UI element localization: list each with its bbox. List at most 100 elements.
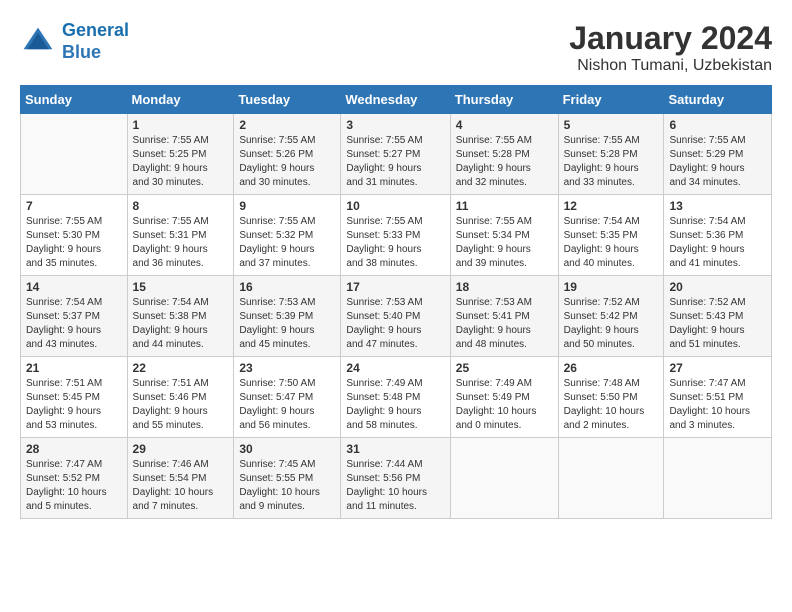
calendar-cell: 24 Sunrise: 7:49 AMSunset: 5:48 PMDayligh…	[341, 357, 450, 438]
calendar-cell: 10 Sunrise: 7:55 AMSunset: 5:33 PMDayligh…	[341, 195, 450, 276]
calendar-cell: 22Sunrise: 7:51 AMSunset: 5:46 PMDayligh…	[127, 357, 234, 438]
day-number: 28	[26, 442, 122, 456]
day-number: 3	[346, 118, 444, 132]
day-info: Sunrise: 7:51 AMSunset: 5:46 PMDaylight:…	[133, 377, 229, 433]
day-info: Sunrise: 7:49 AMSunset: 5:48 PMDaylight:…	[346, 377, 444, 433]
day-info: Sunrise: 7:47 AMSunset: 5:51 PMDaylight:…	[669, 377, 766, 433]
calendar-cell: 12 Sunrise: 7:54 AMSunset: 5:35 PMDayligh…	[558, 195, 664, 276]
day-number: 6	[669, 118, 766, 132]
logo-line1: General	[62, 20, 129, 40]
day-number: 31	[346, 442, 444, 456]
calendar-cell: 2 Sunrise: 7:55 AMSunset: 5:26 PMDaylight…	[234, 114, 341, 195]
day-number: 24	[346, 361, 444, 375]
day-number: 9	[239, 199, 335, 213]
day-number: 17	[346, 280, 444, 294]
day-info: Sunrise: 7:55 AMSunset: 5:34 PMDaylight:…	[456, 215, 553, 271]
day-info: Sunrise: 7:52 AMSunset: 5:43 PMDaylight:…	[669, 296, 766, 352]
calendar-cell: 6 Sunrise: 7:55 AMSunset: 5:29 PMDaylight…	[664, 114, 772, 195]
calendar-cell: 11 Sunrise: 7:55 AMSunset: 5:34 PMDayligh…	[450, 195, 558, 276]
calendar-cell: 8 Sunrise: 7:55 AMSunset: 5:31 PMDaylight…	[127, 195, 234, 276]
day-info: Sunrise: 7:55 AMSunset: 5:26 PMDaylight:…	[239, 134, 335, 190]
day-number: 25	[456, 361, 553, 375]
day-info: Sunrise: 7:54 AMSunset: 5:37 PMDaylight:…	[26, 296, 122, 352]
calendar-cell	[21, 114, 128, 195]
col-header-wednesday: Wednesday	[341, 86, 450, 114]
title-block: January 2024 Nishon Tumani, Uzbekistan	[569, 20, 772, 75]
calendar-cell: 17 Sunrise: 7:53 AMSunset: 5:40 PMDayligh…	[341, 276, 450, 357]
day-number: 20	[669, 280, 766, 294]
col-header-sunday: Sunday	[21, 86, 128, 114]
calendar-header: SundayMondayTuesdayWednesdayThursdayFrid…	[21, 86, 772, 114]
day-info: Sunrise: 7:55 AMSunset: 5:25 PMDaylight:…	[133, 134, 229, 190]
day-number: 1	[133, 118, 229, 132]
col-header-tuesday: Tuesday	[234, 86, 341, 114]
day-number: 10	[346, 199, 444, 213]
logo-icon	[20, 24, 56, 60]
week-row-2: 7Sunrise: 7:55 AMSunset: 5:30 PMDaylight…	[21, 195, 772, 276]
calendar-cell: 18 Sunrise: 7:53 AMSunset: 5:41 PMDayligh…	[450, 276, 558, 357]
calendar-cell: 14 Sunrise: 7:54 AMSunset: 5:37 PMDayligh…	[21, 276, 128, 357]
calendar-cell: 29 Sunrise: 7:46 AMSunset: 5:54 PMDayligh…	[127, 438, 234, 519]
calendar-body: 1 Sunrise: 7:55 AMSunset: 5:25 PMDaylight…	[21, 114, 772, 519]
location: Nishon Tumani, Uzbekistan	[569, 57, 772, 75]
day-number: 18	[456, 280, 553, 294]
day-info: Sunrise: 7:45 AMSunset: 5:55 PMDaylight:…	[239, 458, 335, 514]
col-header-monday: Monday	[127, 86, 234, 114]
calendar-cell: 30 Sunrise: 7:45 AMSunset: 5:55 PMDayligh…	[234, 438, 341, 519]
day-number: 27	[669, 361, 766, 375]
day-info: Sunrise: 7:55 AMSunset: 5:31 PMDaylight:…	[133, 215, 229, 271]
logo-text: General Blue	[62, 20, 129, 63]
day-info: Sunrise: 7:46 AMSunset: 5:54 PMDaylight:…	[133, 458, 229, 514]
calendar-cell: 23Sunrise: 7:50 AMSunset: 5:47 PMDayligh…	[234, 357, 341, 438]
calendar-cell: 9 Sunrise: 7:55 AMSunset: 5:32 PMDaylight…	[234, 195, 341, 276]
day-info: Sunrise: 7:49 AMSunset: 5:49 PMDaylight:…	[456, 377, 553, 433]
day-info: Sunrise: 7:44 AMSunset: 5:56 PMDaylight:…	[346, 458, 444, 514]
day-number: 19	[564, 280, 659, 294]
day-info: Sunrise: 7:55 AMSunset: 5:27 PMDaylight:…	[346, 134, 444, 190]
calendar-cell: 7Sunrise: 7:55 AMSunset: 5:30 PMDaylight…	[21, 195, 128, 276]
day-number: 2	[239, 118, 335, 132]
day-number: 7	[26, 199, 122, 213]
day-number: 14	[26, 280, 122, 294]
calendar-cell	[558, 438, 664, 519]
day-info: Sunrise: 7:55 AMSunset: 5:33 PMDaylight:…	[346, 215, 444, 271]
day-info: Sunrise: 7:48 AMSunset: 5:50 PMDaylight:…	[564, 377, 659, 433]
calendar-cell: 26 Sunrise: 7:48 AMSunset: 5:50 PMDayligh…	[558, 357, 664, 438]
week-row-1: 1 Sunrise: 7:55 AMSunset: 5:25 PMDaylight…	[21, 114, 772, 195]
day-number: 29	[133, 442, 229, 456]
day-info: Sunrise: 7:51 AMSunset: 5:45 PMDaylight:…	[26, 377, 122, 433]
month-year: January 2024	[569, 20, 772, 57]
calendar-cell: 15Sunrise: 7:54 AMSunset: 5:38 PMDayligh…	[127, 276, 234, 357]
day-number: 30	[239, 442, 335, 456]
calendar-cell: 21Sunrise: 7:51 AMSunset: 5:45 PMDayligh…	[21, 357, 128, 438]
calendar-cell: 4 Sunrise: 7:55 AMSunset: 5:28 PMDaylight…	[450, 114, 558, 195]
day-info: Sunrise: 7:55 AMSunset: 5:28 PMDaylight:…	[456, 134, 553, 190]
calendar-cell: 25 Sunrise: 7:49 AMSunset: 5:49 PMDayligh…	[450, 357, 558, 438]
calendar-cell: 19 Sunrise: 7:52 AMSunset: 5:42 PMDayligh…	[558, 276, 664, 357]
calendar-cell: 16Sunrise: 7:53 AMSunset: 5:39 PMDayligh…	[234, 276, 341, 357]
day-info: Sunrise: 7:55 AMSunset: 5:29 PMDaylight:…	[669, 134, 766, 190]
day-number: 12	[564, 199, 659, 213]
day-info: Sunrise: 7:53 AMSunset: 5:40 PMDaylight:…	[346, 296, 444, 352]
week-row-3: 14 Sunrise: 7:54 AMSunset: 5:37 PMDayligh…	[21, 276, 772, 357]
day-number: 8	[133, 199, 229, 213]
day-number: 15	[133, 280, 229, 294]
day-number: 11	[456, 199, 553, 213]
week-row-4: 21Sunrise: 7:51 AMSunset: 5:45 PMDayligh…	[21, 357, 772, 438]
day-info: Sunrise: 7:55 AMSunset: 5:28 PMDaylight:…	[564, 134, 659, 190]
day-number: 4	[456, 118, 553, 132]
day-number: 23	[239, 361, 335, 375]
day-info: Sunrise: 7:53 AMSunset: 5:41 PMDaylight:…	[456, 296, 553, 352]
calendar-cell: 5Sunrise: 7:55 AMSunset: 5:28 PMDaylight…	[558, 114, 664, 195]
day-info: Sunrise: 7:52 AMSunset: 5:42 PMDaylight:…	[564, 296, 659, 352]
col-header-saturday: Saturday	[664, 86, 772, 114]
calendar-cell: 3 Sunrise: 7:55 AMSunset: 5:27 PMDaylight…	[341, 114, 450, 195]
week-row-5: 28Sunrise: 7:47 AMSunset: 5:52 PMDayligh…	[21, 438, 772, 519]
day-number: 26	[564, 361, 659, 375]
col-header-friday: Friday	[558, 86, 664, 114]
day-info: Sunrise: 7:55 AMSunset: 5:32 PMDaylight:…	[239, 215, 335, 271]
day-number: 16	[239, 280, 335, 294]
calendar-cell: 31 Sunrise: 7:44 AMSunset: 5:56 PMDayligh…	[341, 438, 450, 519]
day-number: 13	[669, 199, 766, 213]
day-info: Sunrise: 7:54 AMSunset: 5:35 PMDaylight:…	[564, 215, 659, 271]
